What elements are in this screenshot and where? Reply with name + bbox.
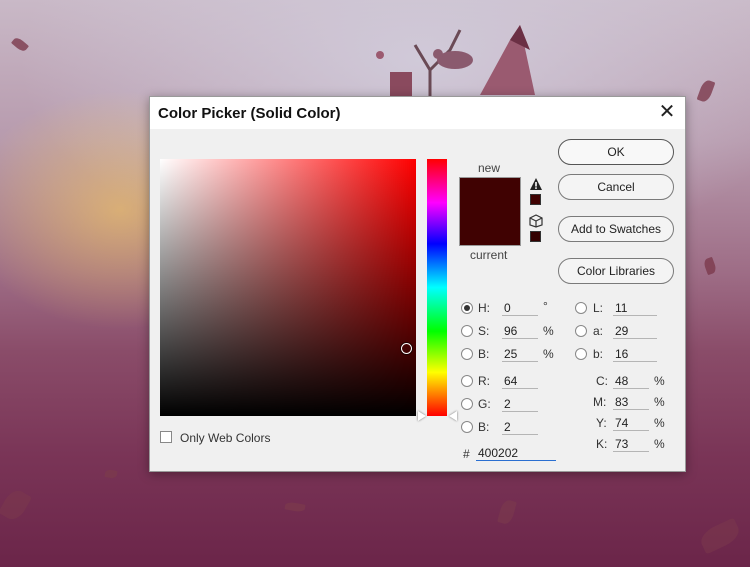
yellow-unit: %	[654, 416, 665, 430]
floating-leaf	[497, 498, 517, 526]
saturation-label: S:	[478, 324, 490, 338]
brightness-input[interactable]	[502, 346, 538, 362]
a-channel-radio[interactable]	[575, 325, 587, 337]
hue-label: H:	[478, 301, 490, 315]
yellow-input[interactable]	[613, 415, 649, 431]
red-radio[interactable]	[461, 375, 473, 387]
saturation-radio[interactable]	[461, 325, 473, 337]
red-input[interactable]	[502, 373, 538, 389]
floating-leaf	[702, 256, 718, 276]
black-label: K:	[596, 437, 608, 451]
green-input[interactable]	[502, 396, 538, 412]
brightness-unit: %	[543, 347, 554, 361]
current-color-swatch[interactable]	[460, 211, 520, 245]
tree-and-bird-illustration	[376, 25, 535, 100]
green-radio[interactable]	[461, 398, 473, 410]
magenta-input[interactable]	[613, 394, 649, 410]
b-channel-label: b:	[593, 347, 604, 361]
hue-slider-left-handle[interactable]	[418, 411, 426, 421]
new-color-label: new	[478, 161, 501, 175]
dialog-title: Color Picker (Solid Color)	[158, 105, 341, 122]
out-of-gamut-warning-icon[interactable]	[529, 177, 543, 191]
only-web-colors-checkbox[interactable]	[160, 431, 172, 443]
lightness-input[interactable]	[613, 300, 657, 316]
hue-unit: °	[543, 299, 548, 313]
cyan-input[interactable]	[613, 373, 649, 389]
color-picker-cursor[interactable]	[401, 343, 412, 354]
hex-input[interactable]	[476, 445, 556, 461]
hue-slider[interactable]	[427, 159, 447, 416]
lightness-label: L:	[593, 301, 604, 315]
black-unit: %	[654, 437, 665, 451]
green-label: G:	[478, 397, 491, 411]
magenta-label: M:	[593, 395, 607, 409]
hue-radio[interactable]	[461, 302, 473, 314]
cyan-label: C:	[596, 374, 608, 388]
a-channel-label: a:	[593, 324, 604, 338]
color-libraries-button[interactable]: Color Libraries	[558, 258, 674, 284]
web-safe-cube-icon[interactable]	[529, 214, 543, 228]
b-channel-input[interactable]	[613, 346, 657, 362]
cyan-unit: %	[654, 374, 665, 388]
hex-label: #	[463, 447, 470, 461]
hue-slider-right-handle[interactable]	[449, 411, 457, 421]
web-safe-color-swatch[interactable]	[530, 231, 541, 242]
new-color-swatch	[460, 178, 520, 212]
ok-button[interactable]: OK	[558, 139, 674, 165]
floating-leaf	[0, 486, 33, 524]
b-channel-radio[interactable]	[575, 348, 587, 360]
blue-label: B:	[478, 420, 490, 434]
cancel-button[interactable]: Cancel	[558, 174, 674, 200]
saturation-input[interactable]	[502, 323, 538, 339]
floating-leaf	[10, 35, 30, 54]
saturation-unit: %	[543, 324, 554, 338]
gamut-color-swatch[interactable]	[530, 194, 541, 205]
floating-leaf	[284, 501, 306, 513]
current-color-label: current	[470, 248, 508, 262]
close-button[interactable]: ✕	[655, 101, 679, 125]
floating-leaf	[696, 78, 716, 104]
magenta-unit: %	[654, 395, 665, 409]
only-web-colors-label: Only Web Colors	[180, 431, 271, 445]
floating-leaf	[104, 469, 118, 479]
add-to-swatches-button[interactable]: Add to Swatches	[558, 216, 674, 242]
color-picker-dialog: Color Picker (Solid Color) ✕ new current…	[149, 96, 686, 472]
brightness-radio[interactable]	[461, 348, 473, 360]
hue-input[interactable]	[502, 300, 538, 316]
blue-radio[interactable]	[461, 421, 473, 433]
red-label: R:	[478, 374, 490, 388]
lightness-radio[interactable]	[575, 302, 587, 314]
black-input[interactable]	[613, 436, 649, 452]
floating-leaf	[697, 517, 743, 555]
color-preview	[459, 177, 521, 246]
a-channel-input[interactable]	[613, 323, 657, 339]
yellow-label: Y:	[596, 416, 607, 430]
blue-input[interactable]	[502, 419, 538, 435]
color-field[interactable]	[160, 159, 416, 416]
brightness-label: B:	[478, 347, 490, 361]
title-bar: Color Picker (Solid Color) ✕	[150, 97, 685, 129]
